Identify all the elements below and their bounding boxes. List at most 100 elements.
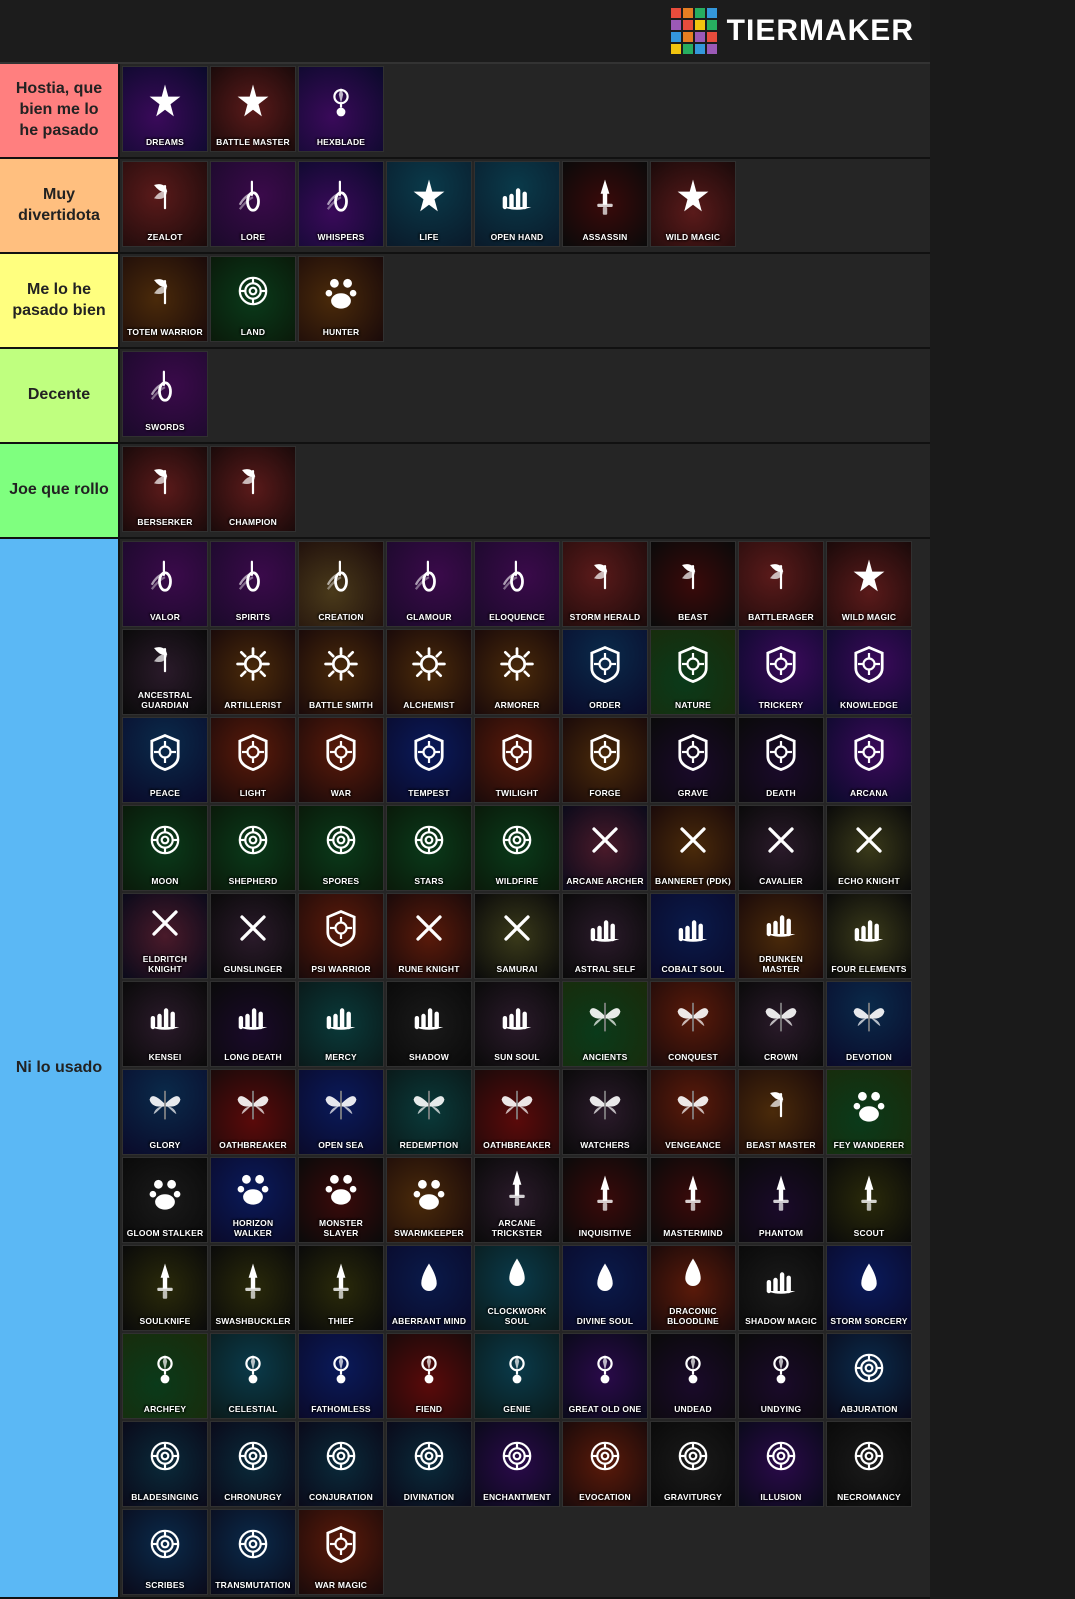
tier-item[interactable]: Great Old One [562, 1333, 648, 1419]
tier-item[interactable]: Order [562, 629, 648, 715]
tier-item[interactable]: Hunter [298, 256, 384, 342]
tier-item[interactable]: Battle Smith [298, 629, 384, 715]
tier-item[interactable]: Fey Wanderer [826, 1069, 912, 1155]
tier-item[interactable]: Kensei [122, 981, 208, 1067]
tier-item[interactable]: Storm Sorcery [826, 1245, 912, 1331]
tier-item[interactable]: Glory [122, 1069, 208, 1155]
tier-item[interactable]: Valor [122, 541, 208, 627]
tier-item[interactable]: Dreams [122, 66, 208, 152]
tier-item[interactable]: Swords [122, 351, 208, 437]
tier-item[interactable]: Trickery [738, 629, 824, 715]
tier-item[interactable]: Shadow [386, 981, 472, 1067]
tier-item[interactable]: Monster Slayer [298, 1157, 384, 1243]
tier-item[interactable]: Scout [826, 1157, 912, 1243]
tier-item[interactable]: Conjuration [298, 1421, 384, 1507]
tier-item[interactable]: Astral Self [562, 893, 648, 979]
tier-item[interactable]: Alchemist [386, 629, 472, 715]
tier-item[interactable]: Four Elements [826, 893, 912, 979]
tier-item[interactable]: Gloom Stalker [122, 1157, 208, 1243]
tier-item[interactable]: Champion [210, 446, 296, 532]
tier-item[interactable]: Fathomless [298, 1333, 384, 1419]
tier-item[interactable]: Sun Soul [474, 981, 560, 1067]
tier-item[interactable]: Arcane Trickster [474, 1157, 560, 1243]
tier-item[interactable]: Genie [474, 1333, 560, 1419]
tier-item[interactable]: Celestial [210, 1333, 296, 1419]
tier-item[interactable]: Gunslinger [210, 893, 296, 979]
tier-item[interactable]: Death [738, 717, 824, 803]
tier-item[interactable]: Moon [122, 805, 208, 891]
tier-item[interactable]: Eloquence [474, 541, 560, 627]
tier-item[interactable]: Oathbreaker [210, 1069, 296, 1155]
tier-item[interactable]: Shepherd [210, 805, 296, 891]
tier-item[interactable]: Arcane Archer [562, 805, 648, 891]
tier-item[interactable]: Ancients [562, 981, 648, 1067]
tier-item[interactable]: Wild Magic [826, 541, 912, 627]
tier-item[interactable]: Totem Warrior [122, 256, 208, 342]
tier-item[interactable]: Illusion [738, 1421, 824, 1507]
tier-item[interactable]: Light [210, 717, 296, 803]
tier-item[interactable]: Cavalier [738, 805, 824, 891]
tier-item[interactable]: Grave [650, 717, 736, 803]
tier-item[interactable]: Evocation [562, 1421, 648, 1507]
tier-item[interactable]: Inquisitive [562, 1157, 648, 1243]
tier-item[interactable]: Long Death [210, 981, 296, 1067]
tier-item[interactable]: Battlerager [738, 541, 824, 627]
tier-item[interactable]: Swashbuckler [210, 1245, 296, 1331]
tier-item[interactable]: Echo Knight [826, 805, 912, 891]
tier-item[interactable]: Shadow Magic [738, 1245, 824, 1331]
tier-item[interactable]: Thief [298, 1245, 384, 1331]
tier-item[interactable]: Rune Knight [386, 893, 472, 979]
tier-item[interactable]: Aberrant Mind [386, 1245, 472, 1331]
tier-item[interactable]: Cobalt Soul [650, 893, 736, 979]
tier-item[interactable]: Drunken Master [738, 893, 824, 979]
tier-item[interactable]: Armorer [474, 629, 560, 715]
tier-item[interactable]: Fiend [386, 1333, 472, 1419]
tier-item[interactable]: Draconic Bloodline [650, 1245, 736, 1331]
tier-item[interactable]: Conquest [650, 981, 736, 1067]
tier-item[interactable]: Stars [386, 805, 472, 891]
tier-item[interactable]: Berserker [122, 446, 208, 532]
tier-item[interactable]: Arcana [826, 717, 912, 803]
tier-item[interactable]: Graviturgy [650, 1421, 736, 1507]
tier-item[interactable]: Eldritch Knight [122, 893, 208, 979]
tier-item[interactable]: Crown [738, 981, 824, 1067]
tier-item[interactable]: Mercy [298, 981, 384, 1067]
tier-item[interactable]: Divine Soul [562, 1245, 648, 1331]
tier-item[interactable]: Oathbreaker [474, 1069, 560, 1155]
tier-item[interactable]: Peace [122, 717, 208, 803]
tier-item[interactable]: Battle Master [210, 66, 296, 152]
tier-item[interactable]: War Magic [298, 1509, 384, 1595]
tier-item[interactable]: Nature [650, 629, 736, 715]
tier-item[interactable]: Archfey [122, 1333, 208, 1419]
tier-item[interactable]: Open Sea [298, 1069, 384, 1155]
tier-item[interactable]: Banneret (PDK) [650, 805, 736, 891]
tier-item[interactable]: Clockwork Soul [474, 1245, 560, 1331]
tier-item[interactable]: War [298, 717, 384, 803]
tier-item[interactable]: Tempest [386, 717, 472, 803]
tier-item[interactable]: Knowledge [826, 629, 912, 715]
tier-item[interactable]: Spirits [210, 541, 296, 627]
tier-item[interactable]: Wild Magic [650, 161, 736, 247]
tier-item[interactable]: Transmutation [210, 1509, 296, 1595]
tier-item[interactable]: Undying [738, 1333, 824, 1419]
tier-item[interactable]: Psi Warrior [298, 893, 384, 979]
tier-item[interactable]: Zealot [122, 161, 208, 247]
tier-item[interactable]: Chronurgy [210, 1421, 296, 1507]
tier-item[interactable]: Whispers [298, 161, 384, 247]
tier-item[interactable]: Hexblade [298, 66, 384, 152]
tier-item[interactable]: Vengeance [650, 1069, 736, 1155]
tier-item[interactable]: Land [210, 256, 296, 342]
tier-item[interactable]: Ancestral Guardian [122, 629, 208, 715]
tier-item[interactable]: Open Hand [474, 161, 560, 247]
tier-item[interactable]: Bladesinging [122, 1421, 208, 1507]
tier-item[interactable]: Soulknife [122, 1245, 208, 1331]
tier-item[interactable]: Watchers [562, 1069, 648, 1155]
tier-item[interactable]: Spores [298, 805, 384, 891]
tier-item[interactable]: Phantom [738, 1157, 824, 1243]
tier-item[interactable]: Artillerist [210, 629, 296, 715]
tier-item[interactable]: Devotion [826, 981, 912, 1067]
tier-item[interactable]: Abjuration [826, 1333, 912, 1419]
tier-item[interactable]: Forge [562, 717, 648, 803]
tier-item[interactable]: Assassin [562, 161, 648, 247]
tier-item[interactable]: Glamour [386, 541, 472, 627]
